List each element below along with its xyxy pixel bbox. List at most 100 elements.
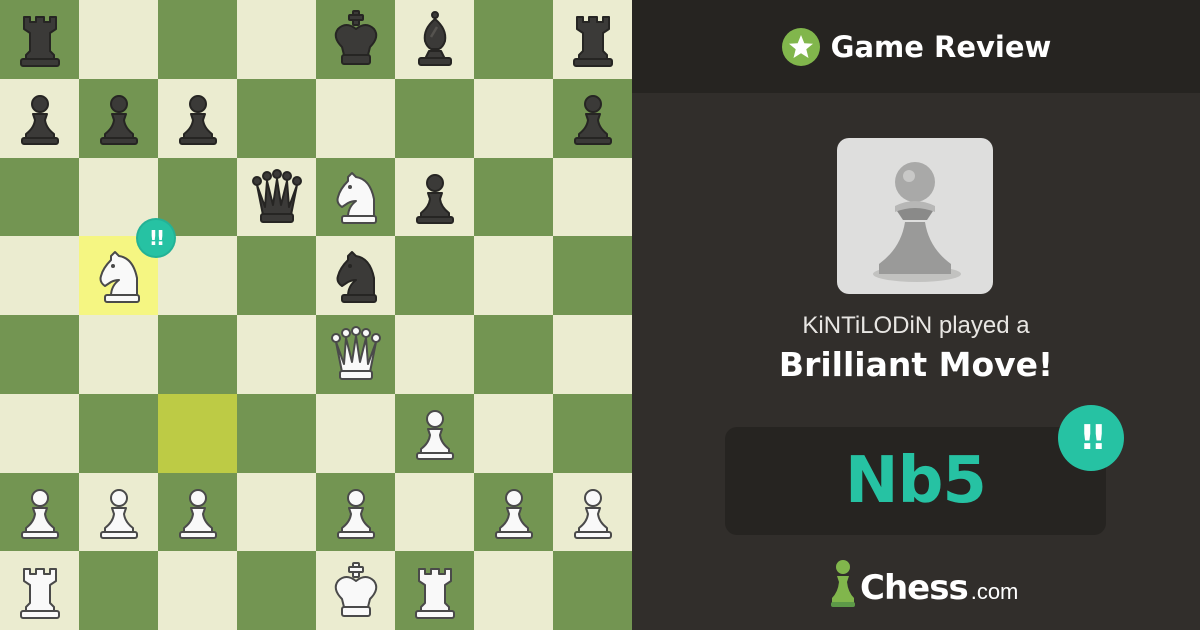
review-panel: Game Review KiNTiLODiN played a Brillian… xyxy=(632,0,1200,630)
square-a6[interactable] xyxy=(0,157,79,237)
square-h7[interactable] xyxy=(553,78,632,158)
white-knight-icon[interactable] xyxy=(324,165,388,229)
square-d7[interactable] xyxy=(237,78,316,158)
square-f8[interactable] xyxy=(395,0,474,79)
square-b3[interactable] xyxy=(79,393,158,473)
square-a8[interactable] xyxy=(0,0,79,79)
square-g2[interactable] xyxy=(474,472,553,552)
black-bishop-icon[interactable] xyxy=(403,7,467,71)
square-e3[interactable] xyxy=(316,393,395,473)
player-played-text: KiNTiLODiN played a xyxy=(802,312,1030,339)
square-f4[interactable] xyxy=(395,315,474,394)
square-a4[interactable] xyxy=(0,315,79,394)
black-knight-icon[interactable] xyxy=(324,244,388,308)
square-g6[interactable] xyxy=(474,157,553,237)
square-c7[interactable] xyxy=(158,78,237,158)
square-b4[interactable] xyxy=(79,315,158,394)
black-pawn-icon[interactable] xyxy=(8,86,72,150)
moved-piece-tile xyxy=(837,138,993,294)
square-f2[interactable] xyxy=(395,472,474,552)
square-h1[interactable] xyxy=(553,551,632,630)
chess-com-logo: Chess .com xyxy=(828,558,1018,608)
square-h6[interactable] xyxy=(553,157,632,237)
square-c8[interactable] xyxy=(158,0,237,79)
square-b8[interactable] xyxy=(79,0,158,79)
square-e5[interactable] xyxy=(316,236,395,315)
square-e1[interactable] xyxy=(316,551,395,630)
white-pawn-icon[interactable] xyxy=(482,480,546,544)
pawn-logo-icon xyxy=(831,560,855,607)
brilliant-badge-icon: !! xyxy=(1058,405,1124,471)
square-d1[interactable] xyxy=(237,551,316,630)
square-f6[interactable] xyxy=(395,157,474,237)
logo-wordmark: Chess xyxy=(860,568,969,608)
square-a2[interactable] xyxy=(0,472,79,552)
square-f5[interactable] xyxy=(395,236,474,315)
black-pawn-icon[interactable] xyxy=(561,86,625,150)
square-b2[interactable] xyxy=(79,472,158,552)
black-queen-icon[interactable] xyxy=(245,165,309,229)
black-rook-icon[interactable] xyxy=(561,7,625,71)
square-d5[interactable] xyxy=(237,236,316,315)
square-f3[interactable] xyxy=(395,393,474,473)
white-rook-icon[interactable] xyxy=(8,559,72,623)
black-king-icon[interactable] xyxy=(324,7,388,71)
square-g1[interactable] xyxy=(474,551,553,630)
square-a1[interactable] xyxy=(0,551,79,630)
square-h5[interactable] xyxy=(553,236,632,315)
move-classification: Brilliant Move! xyxy=(778,345,1054,384)
white-pawn-icon[interactable] xyxy=(8,480,72,544)
square-c1[interactable] xyxy=(158,551,237,630)
square-d8[interactable] xyxy=(237,0,316,79)
square-a3[interactable] xyxy=(0,393,79,473)
square-d2[interactable] xyxy=(237,472,316,552)
move-box: Nb5 xyxy=(725,427,1106,535)
square-b1[interactable] xyxy=(79,551,158,630)
square-h8[interactable] xyxy=(553,0,632,79)
square-h4[interactable] xyxy=(553,315,632,394)
black-pawn-icon[interactable] xyxy=(403,165,467,229)
square-h3[interactable] xyxy=(553,393,632,473)
square-e6[interactable] xyxy=(316,157,395,237)
square-g4[interactable] xyxy=(474,315,553,394)
square-g7[interactable] xyxy=(474,78,553,158)
move-notation: Nb5 xyxy=(845,444,987,518)
black-pawn-icon[interactable] xyxy=(166,86,230,150)
logo-domain: .com xyxy=(970,579,1019,604)
black-pawn-icon[interactable] xyxy=(87,86,151,150)
white-knight-icon[interactable] xyxy=(87,244,151,308)
square-b7[interactable] xyxy=(79,78,158,158)
square-g5[interactable] xyxy=(474,236,553,315)
white-pawn-icon[interactable] xyxy=(324,480,388,544)
square-h2[interactable] xyxy=(553,472,632,552)
square-d3[interactable] xyxy=(237,393,316,473)
square-d6[interactable] xyxy=(237,157,316,237)
square-e7[interactable] xyxy=(316,78,395,158)
square-d4[interactable] xyxy=(237,315,316,394)
pawn-icon xyxy=(873,162,961,282)
white-pawn-icon[interactable] xyxy=(87,480,151,544)
square-c4[interactable] xyxy=(158,315,237,394)
square-g3[interactable] xyxy=(474,393,553,473)
square-f7[interactable] xyxy=(395,78,474,158)
white-pawn-icon[interactable] xyxy=(166,480,230,544)
white-pawn-icon[interactable] xyxy=(561,480,625,544)
star-icon xyxy=(781,27,820,66)
square-e2[interactable] xyxy=(316,472,395,552)
chess-board[interactable]: !! xyxy=(0,0,632,630)
square-e4[interactable] xyxy=(316,315,395,394)
square-e8[interactable] xyxy=(316,0,395,79)
square-b5[interactable]: !! xyxy=(79,218,176,315)
white-king-icon[interactable] xyxy=(324,559,388,623)
square-g8[interactable] xyxy=(474,0,553,79)
white-queen-icon[interactable] xyxy=(324,322,388,386)
white-rook-icon[interactable] xyxy=(403,559,467,623)
brilliant-square-badge-icon: !! xyxy=(136,218,176,259)
square-f1[interactable] xyxy=(395,551,474,630)
white-pawn-icon[interactable] xyxy=(403,401,467,465)
square-a5[interactable] xyxy=(0,236,79,315)
square-c3[interactable] xyxy=(158,393,237,473)
square-c2[interactable] xyxy=(158,472,237,552)
black-rook-icon[interactable] xyxy=(8,7,72,71)
square-a7[interactable] xyxy=(0,78,79,158)
